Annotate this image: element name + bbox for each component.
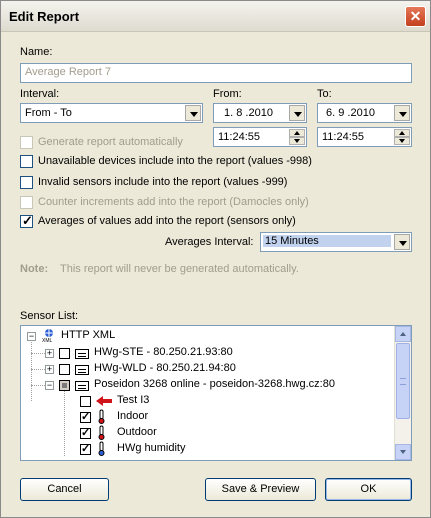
scroll-up-icon[interactable] — [395, 326, 411, 342]
window-title: Edit Report — [9, 9, 80, 24]
chevron-down-icon[interactable] — [289, 105, 305, 121]
averages-checkbox[interactable] — [20, 213, 33, 229]
tree-checkbox[interactable] — [59, 348, 70, 359]
ok-button[interactable]: OK — [325, 478, 412, 501]
interval-select[interactable]: From - To — [20, 103, 203, 123]
xml-icon: XML — [41, 328, 56, 344]
scroll-thumb[interactable] — [396, 343, 410, 419]
averages-interval-label: Averages Interval: — [165, 236, 254, 248]
name-label: Name: — [20, 46, 53, 58]
tree-item-label: Test I3 — [117, 394, 150, 406]
chevron-down-icon[interactable] — [394, 234, 410, 250]
chevron-down-icon[interactable] — [185, 105, 201, 121]
humidity-icon — [98, 441, 105, 459]
to-label: To: — [317, 88, 332, 100]
averages-interval-select[interactable]: 15 Minutes — [260, 232, 412, 252]
note-label: Note: — [20, 263, 49, 275]
tree-item-label: HWg-WLD - 80.250.21.94:80 — [94, 362, 236, 374]
device-icon — [75, 349, 89, 359]
tree-item-label: Indoor — [117, 410, 149, 422]
note-text: This report will never be generated auto… — [60, 263, 299, 275]
spin-up-icon[interactable] — [394, 129, 410, 137]
invalid-sensors-checkbox[interactable] — [20, 176, 33, 189]
tree-checkbox[interactable] — [59, 380, 70, 391]
device-icon — [75, 365, 89, 375]
tree-item-label: Poseidon 3268 online - poseidon-3268.hwg… — [94, 378, 335, 390]
device-icon — [75, 381, 89, 391]
tree-checkbox[interactable] — [80, 426, 91, 439]
unavailable-devices-label: Unavailable devices include into the rep… — [38, 155, 312, 167]
from-date-picker[interactable]: 1. 8 .2010 — [213, 103, 307, 123]
invalid-sensors-label: Invalid sensors include into the report … — [38, 176, 288, 188]
collapse-icon[interactable]: − — [27, 332, 36, 341]
interval-value: From - To — [25, 107, 72, 119]
to-time-spinner[interactable]: 11:24:55 — [317, 127, 412, 147]
edit-report-dialog: Edit Report ✕ Name: Average Report 7 Int… — [0, 0, 431, 518]
tree-checkbox[interactable] — [80, 410, 91, 423]
averages-label: Averages of values add into the report (… — [38, 215, 296, 227]
close-icon[interactable]: ✕ — [405, 6, 426, 27]
spin-up-icon[interactable] — [289, 129, 305, 137]
spin-down-icon[interactable] — [394, 137, 410, 145]
svg-text:XML: XML — [42, 338, 53, 343]
time-spin-buttons[interactable] — [289, 129, 305, 145]
sensor-list-label: Sensor List: — [20, 310, 79, 322]
tree-checkbox[interactable] — [59, 364, 70, 375]
expand-icon[interactable]: + — [45, 365, 54, 374]
tree-item-label: HWg-STE - 80.250.21.93:80 — [94, 346, 233, 358]
save-preview-button[interactable]: Save & Preview — [205, 478, 316, 501]
generate-automatically-label: Generate report automatically — [38, 136, 183, 148]
to-date-picker[interactable]: 6. 9 .2010 — [317, 103, 412, 123]
time-spin-buttons[interactable] — [394, 129, 410, 145]
from-date-value: 1. 8 .2010 — [224, 107, 273, 119]
name-field[interactable]: Average Report 7 — [20, 63, 412, 83]
tree-root-label: HTTP XML — [61, 329, 116, 341]
tree-scrollbar[interactable] — [394, 326, 411, 460]
interval-label: Interval: — [20, 88, 60, 100]
from-time-spinner[interactable]: 11:24:55 — [213, 127, 307, 147]
from-time-value: 11:24:55 — [218, 131, 261, 143]
spin-down-icon[interactable] — [289, 137, 305, 145]
expand-icon[interactable]: + — [45, 349, 54, 358]
scroll-down-icon[interactable] — [395, 444, 411, 460]
cancel-button[interactable]: Cancel — [20, 478, 109, 501]
unavailable-devices-checkbox[interactable] — [20, 155, 33, 168]
collapse-icon[interactable]: − — [45, 381, 54, 390]
chevron-down-icon[interactable] — [394, 105, 410, 121]
output-arrow-icon — [95, 395, 113, 407]
to-date-value: 6. 9 .2010 — [326, 107, 375, 119]
generate-automatically-checkbox[interactable] — [20, 136, 33, 149]
title-bar: Edit Report ✕ — [1, 1, 430, 32]
averages-interval-value: 15 Minutes — [263, 235, 391, 247]
tree-item-label: HWg humidity — [117, 442, 186, 454]
counter-increments-label: Counter increments add into the report (… — [38, 196, 309, 208]
tree-checkbox[interactable] — [80, 442, 91, 455]
tree-checkbox[interactable] — [80, 396, 91, 407]
to-time-value: 11:24:55 — [322, 131, 365, 143]
from-label: From: — [213, 88, 242, 100]
sensor-tree[interactable]: − XML HTTP XML + HWg-STE - 80.250.21.93:… — [20, 325, 412, 461]
tree-item-label: Outdoor — [117, 426, 157, 438]
counter-increments-checkbox[interactable] — [20, 196, 33, 209]
